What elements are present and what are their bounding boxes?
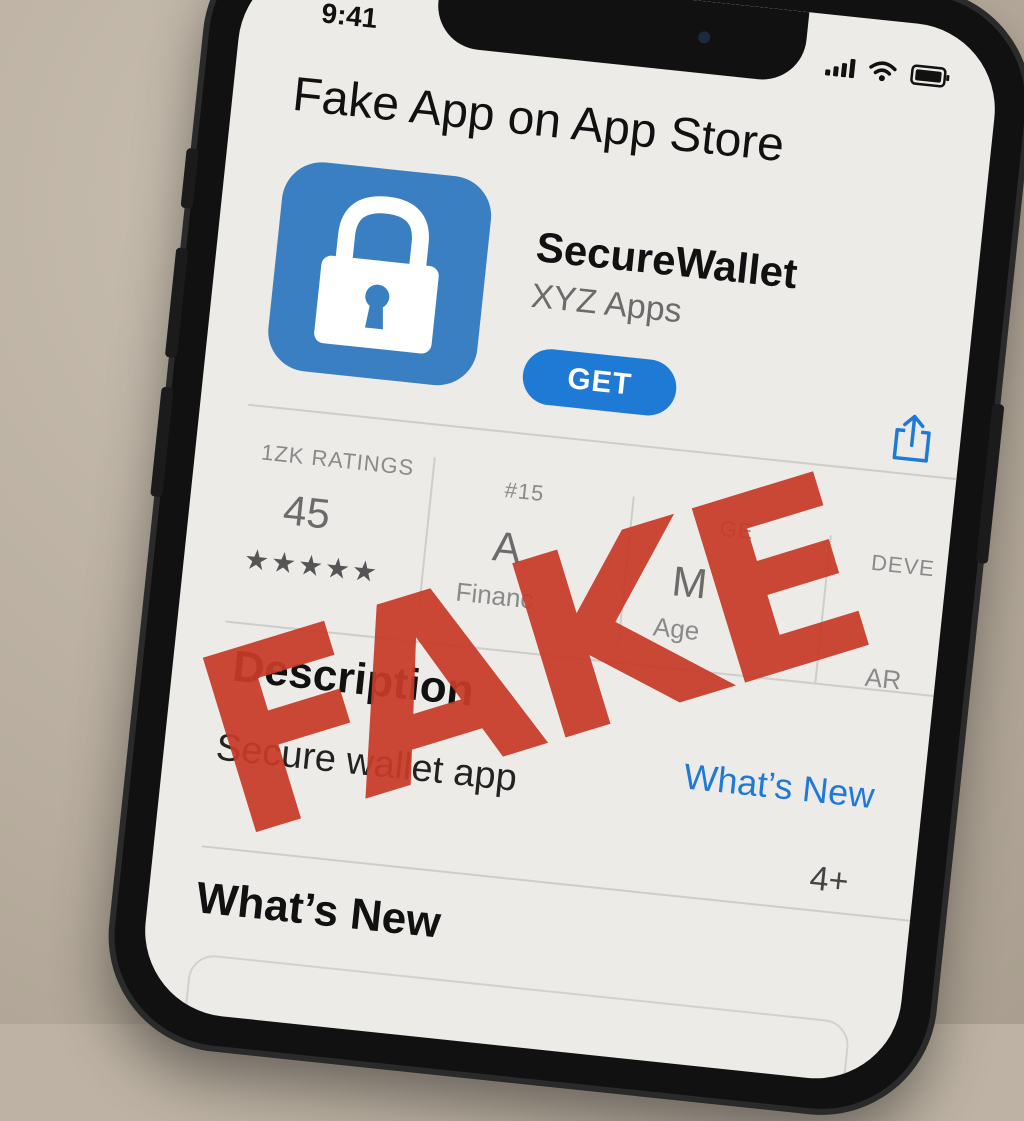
- age-rating: 4+: [807, 859, 851, 901]
- get-button[interactable]: GET: [520, 346, 680, 419]
- app-icon[interactable]: [264, 158, 496, 390]
- signal-icon: [824, 55, 856, 79]
- share-icon[interactable]: [887, 411, 937, 470]
- page-title: Fake App on App Store: [290, 67, 787, 173]
- rating-value: 45: [281, 486, 333, 538]
- notch: [433, 0, 810, 84]
- wifi-icon: [868, 59, 898, 84]
- developer-label: DEVE: [869, 549, 937, 582]
- front-camera: [697, 30, 711, 44]
- battery-icon: [909, 63, 951, 89]
- ratings-count-label: 1ZK RATINGS: [260, 439, 416, 481]
- status-icons: [824, 54, 952, 89]
- lock-icon: [314, 196, 439, 354]
- status-time: 9:41: [320, 0, 380, 35]
- app-developer[interactable]: XYZ Apps: [529, 277, 683, 332]
